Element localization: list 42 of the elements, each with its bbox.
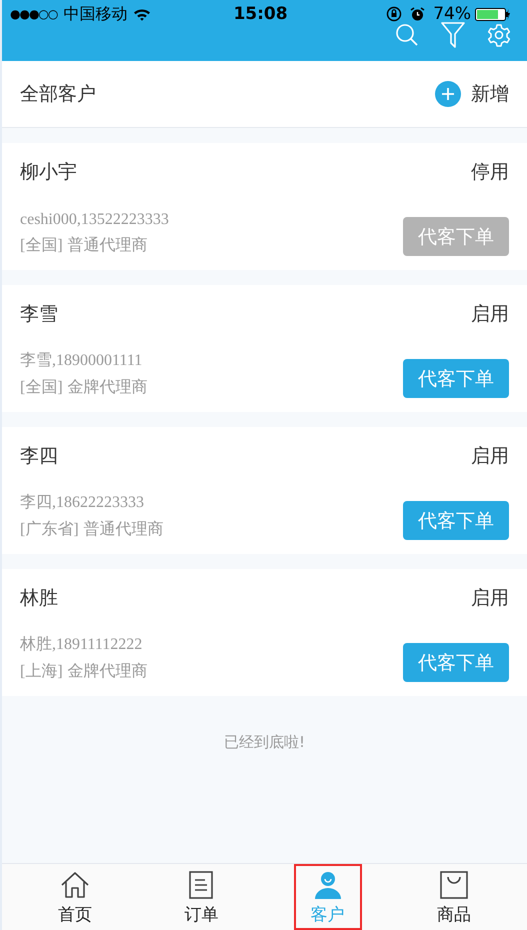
contact-info: ceshi000,13522223333 — [20, 211, 169, 229]
tab-item[interactable]: 首页 — [41, 864, 110, 930]
rotation-lock-icon — [386, 6, 402, 22]
contact-info: 李四,18622223333 — [20, 492, 145, 513]
customer-name: 李雪 — [20, 302, 58, 327]
tab-item[interactable]: 客户 — [294, 864, 362, 930]
person-icon — [314, 871, 342, 899]
battery-icon — [475, 8, 511, 20]
filter-icon[interactable] — [441, 22, 465, 48]
home-icon — [60, 871, 90, 899]
shopping-bag-icon — [440, 871, 468, 899]
place-order-button[interactable]: 代客下单 — [403, 643, 509, 682]
agent-type: [上海] 金牌代理商 — [20, 661, 148, 682]
alarm-icon — [410, 6, 426, 22]
list-title: 全部客户 — [20, 82, 96, 107]
tab-item[interactable]: 商品 — [420, 864, 488, 930]
agent-type: [全国] 金牌代理商 — [20, 377, 148, 398]
customer-status: 停用 — [471, 160, 509, 185]
place-order-button[interactable]: 代客下单 — [403, 501, 509, 540]
plus-icon — [435, 81, 461, 107]
agent-type: [全国] 普通代理商 — [20, 235, 149, 256]
wifi-icon — [133, 8, 152, 20]
carrier-name: 中国移动 — [63, 4, 128, 24]
customer-name: 林胜 — [20, 586, 58, 611]
agent-type: [广东省] 普通代理商 — [20, 519, 164, 540]
customer-status: 启用 — [471, 586, 509, 611]
battery-percent: 74% — [433, 4, 471, 24]
contact-info: 林胜,18911112222 — [20, 634, 144, 655]
settings-icon[interactable] — [487, 23, 511, 47]
tab-item[interactable]: 订单 — [167, 864, 236, 930]
contact-info: 李雪,18900001111 — [20, 350, 144, 371]
place-order-button[interactable]: 代客下单 — [403, 359, 509, 398]
customer-name: 柳小宇 — [20, 160, 77, 185]
document-icon — [189, 871, 214, 899]
customer-name: 李四 — [20, 444, 58, 469]
search-icon[interactable] — [395, 23, 419, 47]
customer-status: 启用 — [471, 302, 509, 327]
customer-status: 启用 — [471, 444, 509, 469]
clock-time: 15:08 — [233, 4, 288, 24]
signal-indicator: ●●●○○ — [10, 7, 58, 21]
add-button[interactable]: 新增 — [435, 81, 509, 107]
end-of-list-note: 已经到底啦! — [222, 733, 306, 752]
